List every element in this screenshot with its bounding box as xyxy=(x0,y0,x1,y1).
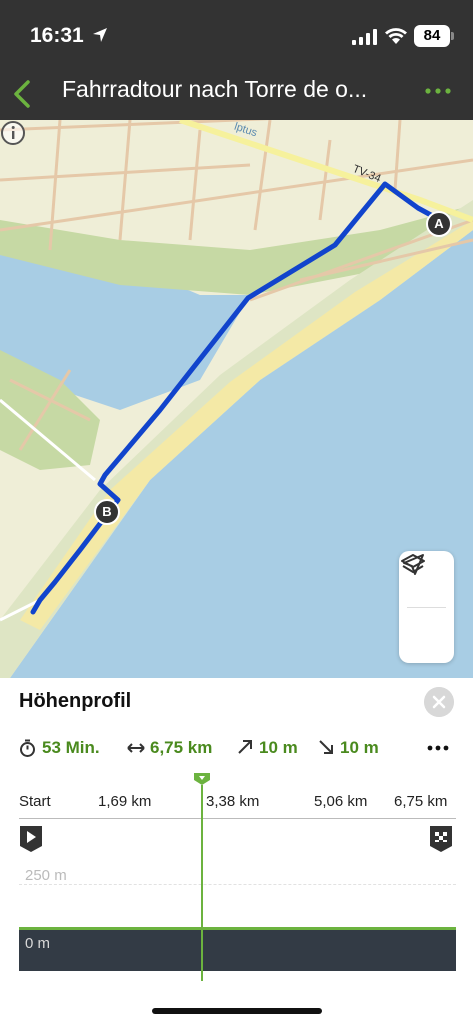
stopwatch-icon xyxy=(20,739,35,757)
page-title: Fahrradtour nach Torre de o... xyxy=(62,76,368,102)
elevation-line xyxy=(19,927,456,930)
back-chevron-icon[interactable] xyxy=(8,74,38,114)
map-view[interactable]: TV-34 lptus A B xyxy=(0,120,473,678)
axis-label-1: 1,69 km xyxy=(98,793,152,810)
axis-label-end: 6,75 km xyxy=(394,793,448,810)
position-scrubber-line[interactable] xyxy=(201,785,203,981)
stats-more-icon[interactable] xyxy=(427,744,449,752)
close-icon[interactable] xyxy=(424,687,454,717)
battery-indicator: 84 xyxy=(414,25,450,47)
scrubber-handle-icon[interactable] xyxy=(193,772,211,786)
axis-label-start: Start xyxy=(19,793,51,810)
route-marker-a[interactable]: A xyxy=(426,211,452,237)
locate-me-icon[interactable] xyxy=(399,551,427,579)
elevation-label-top: 250 m xyxy=(25,867,67,884)
panel-title: Höhenprofil xyxy=(19,690,132,712)
distance-value: 6,75 km xyxy=(150,738,213,757)
elevation-label-bottom: 0 m xyxy=(25,935,51,952)
start-flag-icon xyxy=(20,826,42,852)
info-icon[interactable] xyxy=(0,120,26,146)
distance-arrows-icon xyxy=(127,743,145,753)
home-indicator xyxy=(152,1008,322,1014)
navigation-bar: Fahrradtour nach Torre de o... xyxy=(0,70,473,120)
ascent-arrow-icon xyxy=(238,740,252,754)
cellular-signal-icon xyxy=(352,29,377,45)
elevation-gridline xyxy=(19,884,456,885)
elevation-panel: Höhenprofil 53 Min. 6,75 km 10 m 10 m St… xyxy=(0,678,473,1024)
location-arrow-icon xyxy=(93,28,107,42)
descent-value: 10 m xyxy=(340,738,379,757)
controls-divider xyxy=(407,607,446,608)
status-bar: 16:31 84 xyxy=(0,0,473,70)
elevation-area xyxy=(19,929,456,971)
map-controls xyxy=(399,551,454,663)
duration-value: 53 Min. xyxy=(42,738,100,757)
more-options-icon[interactable] xyxy=(424,84,452,98)
wifi-icon xyxy=(385,28,407,44)
axis-label-3: 5,06 km xyxy=(314,793,368,810)
axis-label-2: 3,38 km xyxy=(206,793,260,810)
ascent-value: 10 m xyxy=(259,738,298,757)
descent-arrow-icon xyxy=(319,740,333,754)
battery-cap xyxy=(451,32,454,40)
finish-flag-icon xyxy=(430,826,452,852)
distance-axis-line xyxy=(19,818,456,819)
status-time: 16:31 xyxy=(30,24,84,47)
main-road xyxy=(179,120,473,223)
route-marker-b[interactable]: B xyxy=(94,499,120,525)
